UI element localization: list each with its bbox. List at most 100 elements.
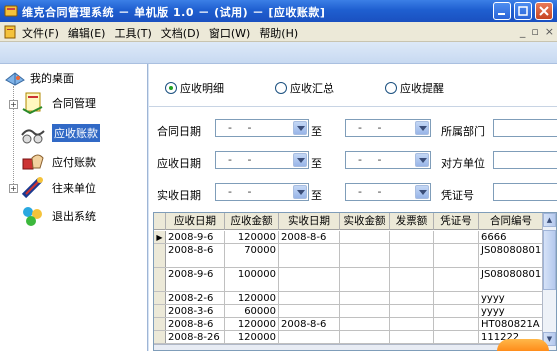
- table-row[interactable]: 2008-8-6 120000 2008-8-6 HT080821A: [154, 318, 544, 331]
- column-header[interactable]: 凭证号: [434, 213, 479, 230]
- table-cell[interactable]: 120000: [225, 318, 279, 330]
- menu-file[interactable]: 文件(F): [22, 25, 59, 41]
- table-cell[interactable]: JS08080801: [479, 268, 544, 291]
- dropdown-button[interactable]: [415, 153, 429, 167]
- menu-documents[interactable]: 文档(D): [161, 25, 200, 41]
- table-row[interactable]: 2008-3-6 60000 yyyy: [154, 305, 544, 318]
- table-row[interactable]: 2008-9-6 100000 JS08080801: [154, 268, 544, 292]
- menu-window[interactable]: 窗口(W): [209, 25, 250, 41]
- table-cell[interactable]: 6666: [479, 231, 544, 243]
- table-cell[interactable]: [390, 244, 434, 267]
- column-header[interactable]: 发票额: [390, 213, 434, 230]
- menu-edit[interactable]: 编辑(E): [68, 25, 106, 41]
- table-cell[interactable]: [434, 331, 479, 343]
- expand-toggle-contract[interactable]: +: [9, 100, 18, 109]
- table-cell[interactable]: [390, 292, 434, 304]
- contract-date-to[interactable]: - -: [345, 119, 431, 137]
- table-cell[interactable]: [390, 305, 434, 317]
- scroll-up-button[interactable]: ▲: [543, 213, 556, 227]
- receivables-table[interactable]: 应收日期 应收金额 实收日期 实收金额 发票额 凭证号 合同编号 ▶ 2008-9…: [153, 212, 557, 351]
- mdi-restore-button[interactable]: ▫: [531, 25, 538, 38]
- mdi-minimize-button[interactable]: _: [520, 25, 526, 38]
- table-cell[interactable]: [434, 244, 479, 267]
- column-header[interactable]: 应收日期: [166, 213, 225, 230]
- expand-toggle-partner[interactable]: +: [9, 184, 18, 193]
- table-cell[interactable]: 120000: [225, 331, 279, 343]
- table-cell[interactable]: 2008-2-6: [166, 292, 225, 304]
- table-cell[interactable]: [279, 331, 340, 343]
- table-cell[interactable]: [340, 231, 390, 243]
- maximize-button[interactable]: [514, 2, 532, 20]
- table-cell[interactable]: [279, 292, 340, 304]
- table-cell[interactable]: [390, 331, 434, 343]
- scroll-thumb[interactable]: [543, 230, 556, 290]
- minimize-button[interactable]: [493, 2, 511, 20]
- column-header[interactable]: 实收金额: [340, 213, 390, 230]
- menu-tools[interactable]: 工具(T): [114, 25, 151, 41]
- sidebar-item-contract[interactable]: 合同管理: [20, 91, 96, 115]
- table-cell[interactable]: [340, 268, 390, 291]
- counterparty-input[interactable]: [493, 151, 557, 169]
- tab-receivable-detail[interactable]: 应收明细: [165, 80, 224, 96]
- voucher-input[interactable]: [493, 183, 557, 201]
- table-cell[interactable]: [279, 268, 340, 291]
- received-date-from[interactable]: - -: [215, 183, 309, 201]
- table-cell[interactable]: [390, 231, 434, 243]
- table-cell[interactable]: [340, 292, 390, 304]
- contract-date-from[interactable]: - -: [215, 119, 309, 137]
- receivable-date-from[interactable]: - -: [215, 151, 309, 169]
- sidebar-item-partner[interactable]: 往来单位: [20, 176, 96, 200]
- dropdown-button[interactable]: [293, 121, 307, 135]
- table-cell[interactable]: 70000: [225, 244, 279, 267]
- table-cell[interactable]: [340, 318, 390, 330]
- sidebar-item-exit[interactable]: 退出系统: [20, 204, 96, 228]
- table-cell[interactable]: 2008-9-6: [166, 231, 225, 243]
- table-cell[interactable]: 100000: [225, 268, 279, 291]
- table-cell[interactable]: [434, 231, 479, 243]
- dropdown-button[interactable]: [415, 185, 429, 199]
- table-cell[interactable]: 2008-8-6: [279, 231, 340, 243]
- receivable-date-to[interactable]: - -: [345, 151, 431, 169]
- table-cell[interactable]: JS08080801: [479, 244, 544, 267]
- table-cell[interactable]: 120000: [225, 231, 279, 243]
- close-button[interactable]: [535, 2, 553, 20]
- sidebar-item-payable[interactable]: 应付账款: [20, 150, 96, 174]
- horizontal-scrollbar[interactable]: [154, 344, 544, 350]
- sidebar-root[interactable]: 我的桌面: [4, 70, 74, 86]
- dropdown-button[interactable]: [293, 153, 307, 167]
- table-row[interactable]: 2008-2-6 120000 yyyy: [154, 292, 544, 305]
- table-cell[interactable]: HT080821A: [479, 318, 544, 330]
- tab-receivable-reminder[interactable]: 应收提醒: [385, 80, 444, 96]
- table-cell[interactable]: 2008-8-6: [166, 318, 225, 330]
- table-cell[interactable]: 2008-8-6: [279, 318, 340, 330]
- table-cell[interactable]: 2008-8-6: [166, 244, 225, 267]
- column-header[interactable]: 实收日期: [279, 213, 340, 230]
- table-cell[interactable]: [434, 305, 479, 317]
- table-row[interactable]: 2008-8-6 70000 JS08080801: [154, 244, 544, 268]
- tab-receivable-summary[interactable]: 应收汇总: [275, 80, 334, 96]
- sidebar-item-receivable[interactable]: 应收账款: [20, 121, 100, 145]
- table-cell[interactable]: 60000: [225, 305, 279, 317]
- table-row[interactable]: 2008-8-26 120000 111222: [154, 331, 544, 344]
- department-input[interactable]: [493, 119, 557, 137]
- table-cell[interactable]: 120000: [225, 292, 279, 304]
- received-date-to[interactable]: - -: [345, 183, 431, 201]
- table-cell[interactable]: 2008-8-26: [166, 331, 225, 343]
- mdi-close-button[interactable]: ×: [545, 25, 554, 38]
- table-cell[interactable]: [340, 305, 390, 317]
- menu-help[interactable]: 帮助(H): [259, 25, 298, 41]
- table-cell[interactable]: [390, 318, 434, 330]
- table-cell[interactable]: [434, 292, 479, 304]
- table-cell[interactable]: [279, 244, 340, 267]
- dropdown-button[interactable]: [293, 185, 307, 199]
- table-row[interactable]: ▶ 2008-9-6 120000 2008-8-6 6666: [154, 231, 544, 244]
- column-header[interactable]: 应收金额: [225, 213, 279, 230]
- column-header[interactable]: 合同编号: [479, 213, 544, 230]
- dropdown-button[interactable]: [415, 121, 429, 135]
- table-cell[interactable]: [390, 268, 434, 291]
- vertical-scrollbar[interactable]: ▲ ▼: [542, 213, 556, 350]
- table-cell[interactable]: [340, 331, 390, 343]
- table-cell[interactable]: yyyy: [479, 305, 544, 317]
- table-cell[interactable]: [434, 268, 479, 291]
- table-cell[interactable]: yyyy: [479, 292, 544, 304]
